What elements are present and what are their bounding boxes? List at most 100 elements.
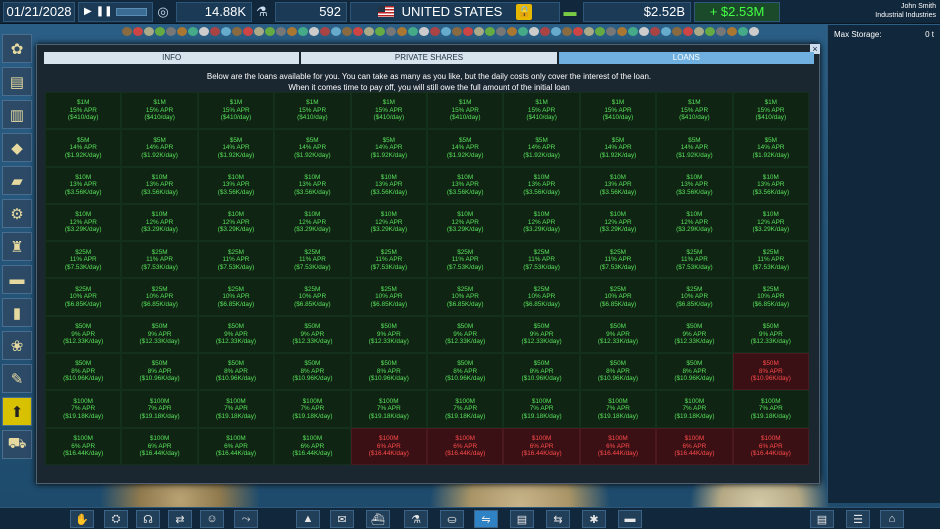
loan-offer-cell[interactable]: $5M 14% APR ($1.92K/day) bbox=[732, 129, 809, 167]
resource-icon[interactable] bbox=[705, 26, 715, 36]
resource-icon[interactable] bbox=[606, 26, 616, 36]
loan-offer-cell[interactable]: $25M 10% APR ($6.85K/day) bbox=[45, 278, 122, 316]
tab-private-shares[interactable]: PRIVATE SHARES bbox=[301, 52, 557, 64]
resource-icon[interactable] bbox=[463, 26, 473, 36]
resource-icon[interactable] bbox=[518, 26, 528, 36]
loan-offer-cell[interactable]: $1M 15% APR ($410/day) bbox=[732, 92, 809, 130]
loan-offer-cell[interactable]: $50M 9% APR ($12.33K/day) bbox=[656, 315, 733, 354]
loan-offer-cell[interactable]: $50M 8% APR ($10.96K/day) bbox=[45, 353, 122, 391]
loan-offer-cell[interactable]: $25M 11% APR ($7.53K/day) bbox=[427, 241, 504, 279]
loan-offer-cell[interactable]: $100M 7% APR ($19.18K/day) bbox=[656, 390, 733, 428]
loan-offer-cell[interactable]: $1M 15% APR ($410/day) bbox=[503, 92, 580, 130]
chat-icon[interactable]: ✉ bbox=[330, 510, 354, 528]
resource-icon[interactable] bbox=[727, 26, 737, 36]
loan-offer-cell[interactable]: $10M 13% APR ($3.56K/day) bbox=[503, 166, 580, 204]
loan-offer-cell[interactable]: $10M 12% APR ($3.29K/day) bbox=[503, 203, 580, 242]
truck-icon[interactable]: ▬ bbox=[2, 265, 32, 294]
megaphone-icon[interactable]: ☊ bbox=[136, 510, 160, 528]
tower-icon[interactable]: ♜ bbox=[2, 232, 32, 261]
loan-offer-cell[interactable]: $5M 14% APR ($1.92K/day) bbox=[579, 129, 657, 167]
loan-offer-cell[interactable]: $50M 9% APR ($12.33K/day) bbox=[350, 315, 427, 354]
lock-icon[interactable]: 🔒 bbox=[516, 3, 533, 20]
resource-icon[interactable] bbox=[430, 26, 440, 36]
loan-offer-cell[interactable]: $10M 12% APR ($3.29K/day) bbox=[656, 203, 733, 242]
resource-icon[interactable] bbox=[408, 26, 418, 36]
loan-offer-cell[interactable]: $50M 8% APR ($10.96K/day) bbox=[350, 353, 427, 391]
resource-icon[interactable] bbox=[276, 26, 286, 36]
gears-icon[interactable]: ⚙ bbox=[2, 199, 32, 228]
loan-icon[interactable]: ⇋ bbox=[474, 510, 498, 528]
vote-icon[interactable]: ✋ bbox=[70, 510, 94, 528]
resource-icon[interactable] bbox=[595, 26, 605, 36]
loan-offer-cell[interactable]: $50M 8% APR ($10.96K/day) bbox=[579, 353, 657, 391]
resource-icon[interactable] bbox=[650, 26, 660, 36]
loan-offer-cell[interactable]: $5M 14% APR ($1.92K/day) bbox=[427, 129, 504, 167]
loan-offer-cell[interactable]: $100M 7% APR ($19.18K/day) bbox=[350, 390, 427, 428]
loan-offer-cell[interactable]: $50M 9% APR ($12.33K/day) bbox=[503, 315, 580, 354]
resource-icon[interactable] bbox=[441, 26, 451, 36]
resource-icon[interactable] bbox=[694, 26, 704, 36]
loan-offer-cell[interactable]: $10M 12% APR ($3.29K/day) bbox=[45, 203, 122, 242]
resource-icon[interactable] bbox=[661, 26, 671, 36]
loan-offer-cell[interactable]: $1M 15% APR ($410/day) bbox=[274, 92, 351, 130]
tab-info[interactable]: INFO bbox=[44, 52, 300, 64]
loan-offer-cell[interactable]: $50M 8% APR ($10.96K/day) bbox=[732, 353, 809, 391]
loan-offer-cell[interactable]: $50M 8% APR ($10.96K/day) bbox=[121, 353, 198, 391]
home-icon[interactable]: ⌂ bbox=[880, 510, 904, 528]
warehouse-icon[interactable]: ▥ bbox=[2, 100, 32, 129]
loan-offer-cell[interactable]: $10M 13% APR ($3.56K/day) bbox=[427, 166, 504, 204]
loan-offer-cell[interactable]: $5M 14% APR ($1.92K/day) bbox=[197, 129, 275, 167]
resource-icon[interactable] bbox=[551, 26, 561, 36]
farm-icon[interactable]: ✿ bbox=[2, 34, 32, 63]
loan-offer-cell[interactable]: $10M 13% APR ($3.56K/day) bbox=[45, 166, 122, 204]
resource-icon[interactable] bbox=[397, 26, 407, 36]
loan-offer-cell[interactable]: $100M 6% APR ($16.44K/day) bbox=[732, 427, 809, 465]
resource-icon[interactable] bbox=[386, 26, 396, 36]
astronaut-icon[interactable]: ☺ bbox=[200, 510, 224, 528]
loan-offer-cell[interactable]: $100M 7% APR ($19.18K/day) bbox=[45, 390, 122, 428]
loan-offer-cell[interactable]: $10M 13% APR ($3.56K/day) bbox=[350, 166, 427, 204]
resource-icon[interactable] bbox=[628, 26, 638, 36]
resource-icon[interactable] bbox=[562, 26, 572, 36]
loan-offer-cell[interactable]: $25M 11% APR ($7.53K/day) bbox=[45, 241, 122, 279]
list-icon[interactable]: ☰ bbox=[846, 510, 870, 528]
ship-icon[interactable]: ⛴ bbox=[366, 510, 390, 528]
loan-offer-cell[interactable]: $1M 15% APR ($410/day) bbox=[579, 92, 657, 130]
loan-offer-cell[interactable]: $10M 12% APR ($3.29K/day) bbox=[274, 203, 351, 242]
resource-icon[interactable] bbox=[364, 26, 374, 36]
loan-offer-cell[interactable]: $25M 10% APR ($6.85K/day) bbox=[197, 278, 275, 316]
loan-offer-cell[interactable]: $10M 12% APR ($3.29K/day) bbox=[350, 203, 427, 242]
resource-icon[interactable] bbox=[573, 26, 583, 36]
resource-icon[interactable] bbox=[133, 26, 143, 36]
resource-icon[interactable] bbox=[507, 26, 517, 36]
basket-icon[interactable]: ⛀ bbox=[440, 510, 464, 528]
oil-icon[interactable]: ▰ bbox=[2, 166, 32, 195]
loan-offer-cell[interactable]: $25M 10% APR ($6.85K/day) bbox=[274, 278, 351, 316]
mine-icon[interactable]: ◆ bbox=[2, 133, 32, 162]
resource-icon[interactable] bbox=[452, 26, 462, 36]
loan-offer-cell[interactable]: $100M 6% APR ($16.44K/day) bbox=[45, 427, 122, 465]
loan-offer-cell[interactable]: $50M 9% APR ($12.33K/day) bbox=[732, 315, 809, 354]
loan-offer-cell[interactable]: $100M 6% APR ($16.44K/day) bbox=[503, 427, 580, 465]
loan-offer-cell[interactable]: $100M 6% APR ($16.44K/day) bbox=[579, 427, 657, 465]
loan-offer-cell[interactable]: $25M 11% APR ($7.53K/day) bbox=[579, 241, 657, 279]
loan-offer-cell[interactable]: $100M 6% APR ($16.44K/day) bbox=[656, 427, 733, 465]
loan-offer-cell[interactable]: $100M 6% APR ($16.44K/day) bbox=[350, 427, 427, 465]
resource-icon[interactable] bbox=[419, 26, 429, 36]
loan-offer-cell[interactable]: $25M 10% APR ($6.85K/day) bbox=[350, 278, 427, 316]
resource-icon[interactable] bbox=[287, 26, 297, 36]
loan-offer-cell[interactable]: $5M 14% APR ($1.92K/day) bbox=[350, 129, 427, 167]
loan-offer-cell[interactable]: $100M 6% APR ($16.44K/day) bbox=[197, 427, 275, 465]
resource-icon[interactable] bbox=[210, 26, 220, 36]
silo-icon[interactable]: ▮ bbox=[2, 298, 32, 327]
resource-icon[interactable] bbox=[298, 26, 308, 36]
library-icon[interactable]: ▤ bbox=[810, 510, 834, 528]
resource-icon[interactable] bbox=[331, 26, 341, 36]
resource-icon[interactable] bbox=[199, 26, 209, 36]
bulldozer-icon[interactable]: ⛟ bbox=[2, 430, 32, 459]
speed-slider[interactable] bbox=[116, 7, 147, 16]
loan-offer-cell[interactable]: $50M 8% APR ($10.96K/day) bbox=[656, 353, 733, 391]
loan-offer-cell[interactable]: $50M 8% APR ($10.96K/day) bbox=[427, 353, 504, 391]
loan-offer-cell[interactable]: $25M 11% APR ($7.53K/day) bbox=[732, 241, 809, 279]
loan-offer-cell[interactable]: $10M 12% APR ($3.29K/day) bbox=[121, 203, 198, 242]
